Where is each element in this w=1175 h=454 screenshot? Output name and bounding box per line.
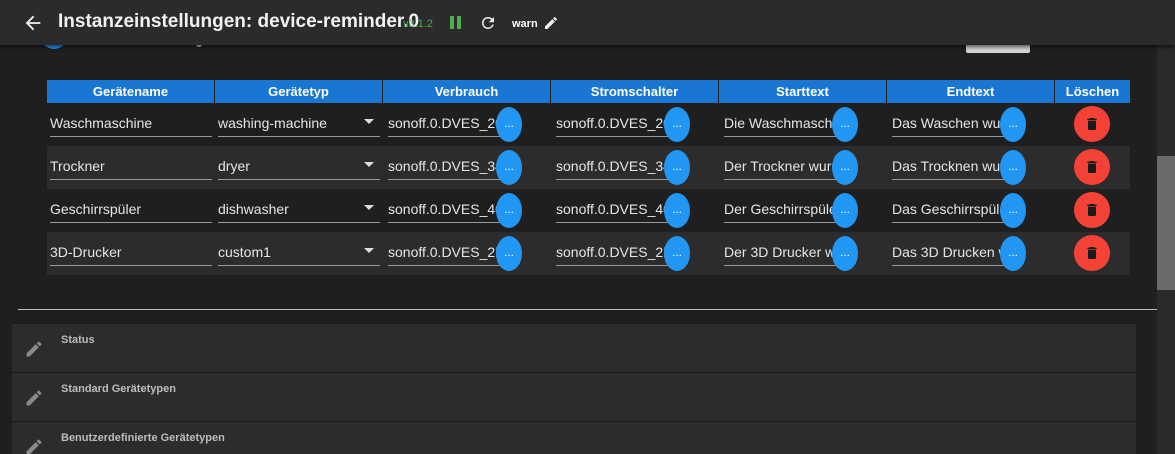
select-id-button[interactable]: ...: [832, 150, 858, 185]
switch-input[interactable]: sonoff.0.DVES_20: [556, 111, 668, 137]
start-text-input[interactable]: Der Geschirrspüler: [724, 197, 836, 223]
select-id-button[interactable]: ...: [832, 236, 858, 271]
device-type-select[interactable]: washing-machine: [218, 111, 380, 137]
section-divider: [18, 309, 1157, 310]
device-name-input[interactable]: Trockner: [50, 154, 212, 180]
chevron-down-icon[interactable]: [364, 162, 374, 167]
chevron-down-icon[interactable]: [364, 205, 374, 210]
version-label: v3.1.2: [403, 18, 433, 30]
device-type-select[interactable]: dryer: [218, 154, 380, 180]
select-id-button[interactable]: ...: [832, 107, 858, 142]
log-level: warn: [512, 18, 538, 30]
pause-icon[interactable]: [449, 16, 463, 30]
end-text-input[interactable]: Das Geschirrspüler: [892, 197, 1004, 223]
device-type-select[interactable]: dishwasher: [218, 197, 380, 223]
trash-icon: [1087, 204, 1097, 216]
chevron-down-icon[interactable]: [364, 119, 374, 124]
delete-button[interactable]: [1074, 235, 1110, 271]
trash-icon: [1087, 161, 1097, 173]
col-stromschalter: Stromschalter: [551, 80, 719, 103]
pencil-icon: [26, 390, 42, 406]
col-verbrauch: Verbrauch: [383, 80, 551, 103]
panel-label: Benutzerdefinierte Gerätetypen: [61, 432, 225, 444]
panel-label: Status: [61, 334, 95, 346]
table-row: Waschmaschine washing-machine sonoff.0.D…: [47, 103, 1130, 146]
select-id-button[interactable]: ...: [1000, 236, 1026, 271]
panel-standard-types[interactable]: Standard Gerätetypen: [12, 372, 1136, 421]
pencil-icon: [26, 439, 42, 454]
device-name-input[interactable]: 3D-Drucker: [50, 240, 212, 266]
switch-input[interactable]: sonoff.0.DVES_34: [556, 154, 668, 180]
pencil-icon[interactable]: [543, 15, 559, 31]
select-id-button[interactable]: ...: [496, 107, 522, 142]
delete-button[interactable]: [1074, 106, 1110, 142]
start-text-input[interactable]: Der Trockner wurde: [724, 154, 836, 180]
select-id-button[interactable]: ...: [1000, 193, 1026, 228]
select-id-button[interactable]: ...: [664, 107, 690, 142]
decor-dot: [196, 45, 202, 47]
device-type-select[interactable]: custom1: [218, 240, 380, 266]
consumption-input[interactable]: sonoff.0.DVES_2F: [388, 240, 500, 266]
delete-button[interactable]: [1074, 149, 1110, 185]
panel-label: Standard Gerätetypen: [61, 383, 176, 395]
end-text-input[interactable]: Das Waschen wurde: [892, 111, 1004, 137]
panel-custom-types[interactable]: Benutzerdefinierte Gerätetypen: [12, 421, 1136, 454]
delete-button[interactable]: [1074, 192, 1110, 228]
pencil-icon: [26, 341, 42, 357]
chevron-down-icon[interactable]: [364, 248, 374, 253]
device-table: Gerätename Gerätetyp Verbrauch Stromscha…: [47, 80, 1130, 275]
logo-partial: [40, 45, 68, 49]
switch-input[interactable]: sonoff.0.DVES_2F: [556, 240, 668, 266]
device-name-input[interactable]: Waschmaschine: [50, 111, 212, 137]
col-geraetename: Gerätename: [47, 80, 215, 103]
device-name-input[interactable]: Geschirrspüler: [50, 197, 212, 223]
panel-status[interactable]: Status: [12, 323, 1136, 372]
select-id-button[interactable]: ...: [664, 150, 690, 185]
partial-button[interactable]: [966, 45, 1030, 53]
content-area: Gerätename Gerätetyp Verbrauch Stromscha…: [0, 45, 1157, 454]
top-bar: Instanzeinstellungen: device-reminder.0 …: [0, 0, 1175, 45]
start-text-input[interactable]: Die Waschmaschine: [724, 111, 836, 137]
select-id-button[interactable]: ...: [496, 150, 522, 185]
end-text-input[interactable]: Das Trocknen wurde: [892, 154, 1004, 180]
select-id-button[interactable]: ...: [1000, 150, 1026, 185]
trash-icon: [1087, 118, 1097, 130]
col-endtext: Endtext: [887, 80, 1055, 103]
select-id-button[interactable]: ...: [1000, 107, 1026, 142]
end-text-input[interactable]: Das 3D Drucken w: [892, 240, 1004, 266]
select-id-button[interactable]: ...: [664, 236, 690, 271]
trash-icon: [1087, 247, 1097, 259]
select-id-button[interactable]: ...: [496, 193, 522, 228]
reload-icon[interactable]: [479, 14, 497, 32]
table-row: Trockner dryer sonoff.0.DVES_34 ... sono…: [47, 146, 1130, 189]
table-row: 3D-Drucker custom1 sonoff.0.DVES_2F ... …: [47, 232, 1130, 275]
col-starttext: Starttext: [719, 80, 887, 103]
select-id-button[interactable]: ...: [496, 236, 522, 271]
arrow-left-icon[interactable]: [22, 12, 44, 34]
scrollbar-thumb[interactable]: [1157, 156, 1175, 290]
table-header: Gerätename Gerätetyp Verbrauch Stromscha…: [47, 80, 1130, 103]
switch-input[interactable]: sonoff.0.DVES_40: [556, 197, 668, 223]
col-loeschen: Löschen: [1065, 84, 1120, 99]
select-id-button[interactable]: ...: [832, 193, 858, 228]
consumption-input[interactable]: sonoff.0.DVES_20: [388, 111, 500, 137]
table-row: Geschirrspüler dishwasher sonoff.0.DVES_…: [47, 189, 1130, 232]
consumption-input[interactable]: sonoff.0.DVES_34: [388, 154, 500, 180]
start-text-input[interactable]: Der 3D Drucker w: [724, 240, 836, 266]
consumption-input[interactable]: sonoff.0.DVES_40: [388, 197, 500, 223]
page-title: Instanzeinstellungen: device-reminder.0: [58, 11, 420, 32]
select-id-button[interactable]: ...: [664, 193, 690, 228]
col-geraetetyp: Gerätetyp: [215, 80, 383, 103]
